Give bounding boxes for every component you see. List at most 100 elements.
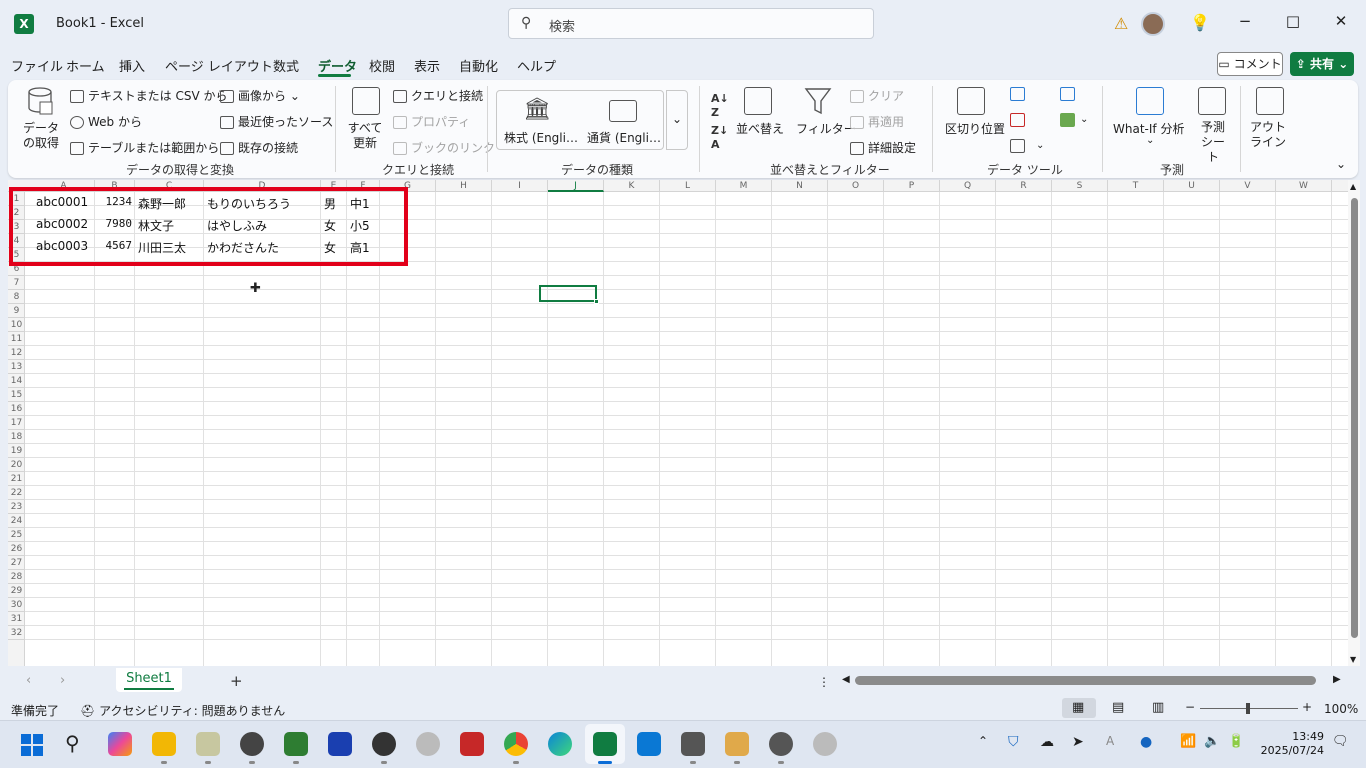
- sort-za-icon[interactable]: Z↓ A: [711, 124, 728, 152]
- reapply-button[interactable]: 再適用: [850, 113, 904, 130]
- relationships-dropdown-icon[interactable]: ⌄: [1080, 114, 1088, 125]
- relationships-icon[interactable]: [1060, 113, 1075, 127]
- column-header-u[interactable]: U: [1164, 180, 1220, 192]
- row-header-22[interactable]: 22: [8, 486, 25, 500]
- clear-button[interactable]: クリア: [850, 87, 904, 104]
- next-sheet-icon[interactable]: ›: [60, 673, 65, 688]
- ime-icon[interactable]: A: [1106, 734, 1114, 748]
- start-icon[interactable]: [20, 733, 44, 757]
- location-icon[interactable]: ➤: [1072, 734, 1084, 750]
- defender-icon[interactable]: ⛉: [1008, 734, 1019, 750]
- tab-file[interactable]: ファイル: [11, 56, 63, 75]
- column-header-k[interactable]: K: [604, 180, 660, 192]
- data-types-more-button[interactable]: ⌄: [666, 90, 688, 150]
- tab-formulas[interactable]: 数式: [273, 56, 299, 75]
- column-header-j[interactable]: J: [548, 180, 604, 192]
- copilot-icon[interactable]: [108, 732, 132, 756]
- table-range-button[interactable]: テーブルまたは範囲から: [70, 139, 219, 156]
- zoom-in-button[interactable]: +: [1302, 700, 1312, 714]
- file-explorer-icon[interactable]: [152, 732, 176, 756]
- tab-view[interactable]: 表示: [414, 56, 440, 75]
- row-header-26[interactable]: 26: [8, 542, 25, 556]
- tab-insert[interactable]: 挿入: [119, 56, 145, 75]
- recent-sources-button[interactable]: 最近使ったソース: [220, 113, 333, 130]
- get-data-button[interactable]: データの取得: [21, 121, 61, 151]
- row-header-24[interactable]: 24: [8, 514, 25, 528]
- row-header-18[interactable]: 18: [8, 430, 25, 444]
- outline-button[interactable]: アウトライン: [1248, 120, 1288, 150]
- row-header-16[interactable]: 16: [8, 402, 25, 416]
- battery-icon[interactable]: 🔋: [1228, 734, 1244, 749]
- column-header-r[interactable]: R: [996, 180, 1052, 192]
- page-layout-view-icon[interactable]: ▤: [1112, 700, 1124, 715]
- row-header-14[interactable]: 14: [8, 374, 25, 388]
- column-header-w[interactable]: W: [1276, 180, 1332, 192]
- scroll-left-icon[interactable]: ◀: [842, 674, 850, 685]
- ribbon-collapse-icon[interactable]: ⌄: [1336, 157, 1346, 171]
- properties-button[interactable]: プロパティ: [393, 113, 470, 130]
- row-header-10[interactable]: 10: [8, 318, 25, 332]
- notepad-app-icon[interactable]: [196, 732, 220, 756]
- existing-connections-button[interactable]: 既存の接続: [220, 139, 298, 156]
- tab-home[interactable]: ホーム: [66, 56, 105, 75]
- zoom-level[interactable]: 100%: [1324, 702, 1358, 716]
- volume-icon[interactable]: 🔈: [1204, 734, 1220, 749]
- row-header-30[interactable]: 30: [8, 598, 25, 612]
- tray-chevron-icon[interactable]: ⌃: [978, 734, 988, 748]
- scroll-up-icon[interactable]: ▲: [1350, 182, 1356, 191]
- consolidate-icon[interactable]: [1060, 87, 1075, 101]
- excel-taskbar-icon[interactable]: [593, 732, 617, 756]
- column-header-n[interactable]: N: [772, 180, 828, 192]
- text-csv-button[interactable]: テキストまたは CSV から: [70, 87, 227, 104]
- currency-button[interactable]: 通貨 (Engli…: [587, 129, 661, 146]
- prev-sheet-icon[interactable]: ‹: [26, 673, 31, 688]
- warning-icon[interactable]: ⚠: [1114, 14, 1128, 33]
- row-header-19[interactable]: 19: [8, 444, 25, 458]
- row-header-11[interactable]: 11: [8, 332, 25, 346]
- share-button[interactable]: ⇪ 共有 ⌄: [1290, 52, 1354, 76]
- queries-connections-button[interactable]: クエリと接続: [393, 87, 483, 104]
- column-header-l[interactable]: L: [660, 180, 716, 192]
- remove-duplicates-icon[interactable]: [1010, 113, 1025, 127]
- row-header-32[interactable]: 32: [8, 626, 25, 640]
- maximize-button[interactable]: □: [1278, 12, 1308, 30]
- advanced-filter-button[interactable]: 詳細設定: [850, 139, 916, 156]
- tab-page-layout[interactable]: ページ レイアウト: [165, 56, 273, 75]
- zoom-out-button[interactable]: −: [1185, 700, 1195, 714]
- vscode-icon[interactable]: [637, 732, 661, 756]
- column-header-p[interactable]: P: [884, 180, 940, 192]
- web-button[interactable]: Web から: [70, 113, 142, 130]
- add-sheet-button[interactable]: +: [230, 672, 243, 690]
- column-header-v[interactable]: V: [1220, 180, 1276, 192]
- sort-button[interactable]: 並べ替え: [736, 120, 784, 137]
- text-to-columns-button[interactable]: 区切り位置: [945, 120, 1005, 137]
- column-header-m[interactable]: M: [716, 180, 772, 192]
- edit-app-icon[interactable]: [725, 732, 749, 756]
- row-header-13[interactable]: 13: [8, 360, 25, 374]
- filezilla-icon[interactable]: [460, 732, 484, 756]
- webcam-icon[interactable]: [416, 732, 440, 756]
- page-break-view-icon[interactable]: ▥: [1152, 700, 1164, 715]
- forecast-sheet-button[interactable]: 予測シート: [1197, 120, 1229, 165]
- search-box[interactable]: ⚲ 検索: [508, 8, 874, 39]
- normal-view-icon[interactable]: ▦: [1072, 700, 1084, 715]
- row-header-21[interactable]: 21: [8, 472, 25, 486]
- data-validation-dropdown-icon[interactable]: ⌄: [1036, 140, 1044, 151]
- accessibility-status[interactable]: ⛑ アクセシビリティ: 問題ありません: [80, 702, 285, 719]
- flash-fill-icon[interactable]: [1010, 87, 1025, 101]
- refresh-all-button[interactable]: すべて更新: [346, 121, 384, 151]
- tab-automate[interactable]: 自動化: [459, 56, 498, 75]
- row-header-12[interactable]: 12: [8, 346, 25, 360]
- row-header-28[interactable]: 28: [8, 570, 25, 584]
- tab-review[interactable]: 校閲: [369, 56, 395, 75]
- taskbar-clock[interactable]: 13:49 2025/07/24: [1258, 730, 1324, 758]
- row-header-31[interactable]: 31: [8, 612, 25, 626]
- scroll-right-icon[interactable]: ▶: [1333, 674, 1341, 685]
- row-header-15[interactable]: 15: [8, 388, 25, 402]
- onedrive-off-icon[interactable]: ☁: [1040, 734, 1054, 750]
- lightbulb-icon[interactable]: 💡: [1190, 13, 1210, 32]
- webcam2-icon[interactable]: [813, 732, 837, 756]
- filter-button[interactable]: フィルター: [796, 120, 856, 137]
- row-header-27[interactable]: 27: [8, 556, 25, 570]
- column-header-q[interactable]: Q: [940, 180, 996, 192]
